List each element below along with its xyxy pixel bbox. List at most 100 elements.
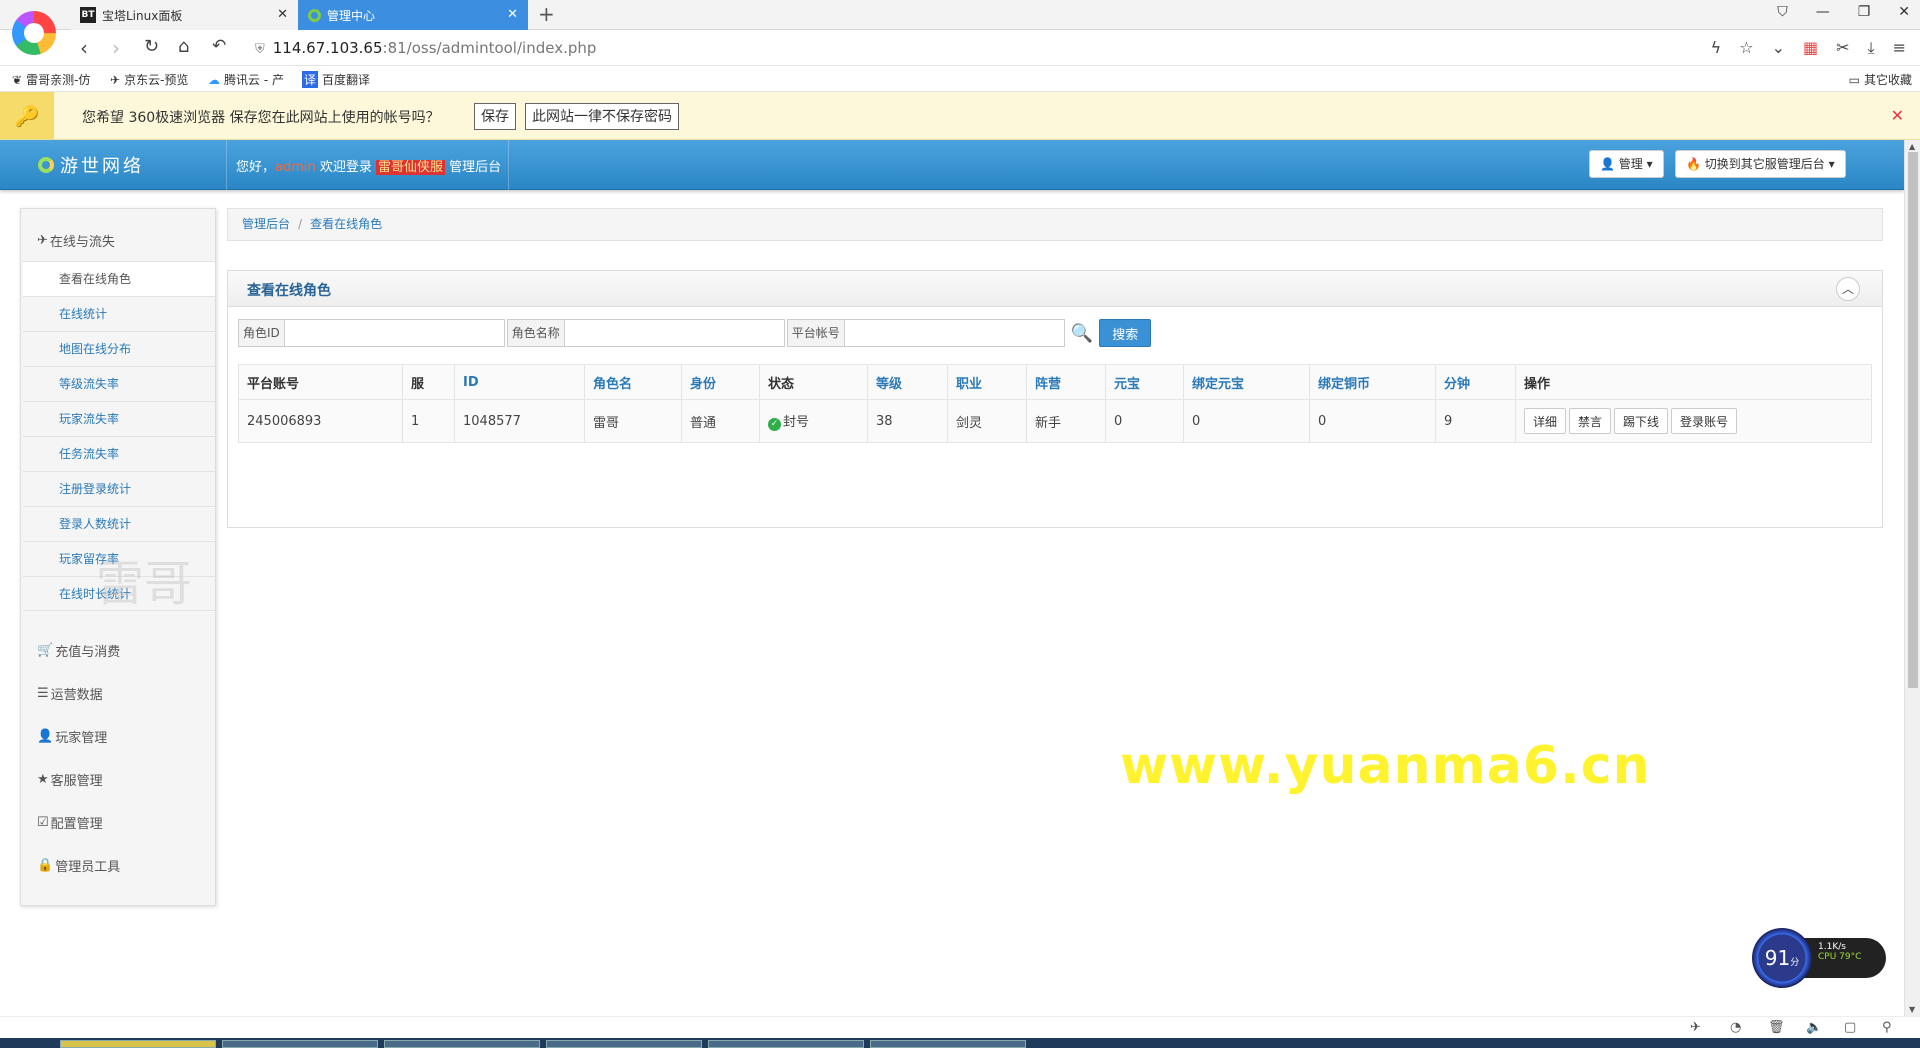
breadcrumb-root[interactable]: 管理后台: [242, 217, 290, 231]
bookmark-item[interactable]: ☁ 腾讯云 - 产: [208, 71, 284, 88]
bookmark-item[interactable]: ✈ 京东云-预览: [110, 71, 188, 88]
sidebar-item-online-roles[interactable]: 查看在线角色: [23, 261, 215, 296]
kick-button[interactable]: 踢下线: [1614, 408, 1669, 434]
column-header[interactable]: 绑定元宝: [1183, 364, 1310, 400]
page-scrollbar[interactable]: ▲ ▼: [1904, 140, 1920, 1016]
cell-camp: 新手: [1026, 399, 1106, 443]
save-password-button[interactable]: 保存: [474, 103, 516, 130]
login-account-button[interactable]: 登录账号: [1671, 408, 1738, 434]
column-header[interactable]: ID: [454, 364, 585, 400]
collapse-chevron-up-icon[interactable]: ︿: [1836, 277, 1860, 301]
menu-icon[interactable]: ≡: [1893, 38, 1906, 58]
server-name: 雷哥仙侠服: [376, 160, 446, 175]
sidebar-item-login-count[interactable]: 登录人数统计: [23, 506, 215, 541]
scroll-up-icon[interactable]: ▲: [1909, 142, 1915, 151]
restore-icon[interactable]: ❐: [1858, 4, 1871, 20]
sidebar-item-player-churn[interactable]: 玩家流失率: [23, 401, 215, 436]
sidebar-item-map-distribution[interactable]: 地图在线分布: [23, 331, 215, 366]
sidebar-item-task-churn[interactable]: 任务流失率: [23, 436, 215, 471]
sidebar-item-online-stats[interactable]: 在线统计: [23, 296, 215, 331]
platform-account-input[interactable]: [844, 319, 1065, 347]
scroll-down-icon[interactable]: ▼: [1909, 1005, 1915, 1014]
home-icon[interactable]: ⌂: [178, 36, 189, 57]
search-icon[interactable]: 🔍: [1071, 323, 1093, 344]
forward-icon[interactable]: ›: [112, 36, 120, 60]
volume-icon[interactable]: 🔈: [1806, 1020, 1822, 1035]
browser-tab-admin[interactable]: 管理中心 ✕: [298, 0, 528, 30]
detail-button[interactable]: 详细: [1524, 408, 1567, 434]
sidebar-group-admin[interactable]: 🔒 管理员工具: [37, 856, 120, 875]
baota-favicon-icon: BT: [80, 7, 96, 23]
speed-icon[interactable]: ◔: [1730, 1020, 1741, 1035]
new-tab-plus-icon[interactable]: +: [538, 2, 555, 26]
bookmark-item[interactable]: ❦ 雷哥亲测-仿: [12, 71, 90, 88]
trash-icon[interactable]: 🗑: [1768, 1020, 1785, 1035]
lightning-icon[interactable]: ϟ: [1711, 38, 1722, 58]
close-window-icon[interactable]: ✕: [1898, 4, 1910, 20]
search-button[interactable]: 搜索: [1099, 319, 1152, 347]
reload-icon[interactable]: ↻: [144, 36, 159, 57]
brand-logo[interactable]: 游世网络: [38, 152, 144, 178]
sidebar-group-service[interactable]: ★ 客服管理: [37, 770, 103, 789]
taskbar-item[interactable]: [708, 1040, 864, 1048]
accelerate-icon[interactable]: ✈: [1690, 1020, 1701, 1035]
tab-title: 管理中心: [327, 8, 376, 23]
download-icon[interactable]: ⤓: [1868, 38, 1875, 58]
minimize-icon[interactable]: —: [1816, 4, 1830, 20]
system-monitor-widget[interactable]: 1.1K/s CPU 79°C 91分: [1752, 928, 1892, 990]
chevron-down-icon[interactable]: ⌄: [1772, 38, 1785, 58]
column-header[interactable]: 绑定铜币: [1309, 364, 1436, 400]
taskbar-item[interactable]: [870, 1040, 1026, 1048]
fire-icon: 🔥: [1686, 157, 1701, 171]
sidebar-group-recharge[interactable]: 🛒 充值与消费: [37, 641, 120, 660]
tab-close-icon[interactable]: ✕: [277, 7, 288, 22]
taskbar-item[interactable]: [60, 1040, 216, 1048]
column-header[interactable]: 角色名: [584, 364, 682, 400]
back-icon[interactable]: ‹: [80, 36, 88, 60]
role-id-input[interactable]: [284, 319, 505, 347]
apps-grid-icon[interactable]: ▦: [1803, 38, 1818, 58]
manage-dropdown[interactable]: 👤 管理 ▾: [1589, 150, 1664, 178]
url-field[interactable]: ⛨ 114.67.103.65:81/oss/admintool/index.ph…: [255, 39, 596, 57]
sidebar-group-config[interactable]: ☑ 配置管理: [37, 813, 103, 832]
bookmark-label: 百度翻译: [322, 73, 371, 87]
sidebar-group-players[interactable]: 👤 玩家管理: [37, 727, 107, 746]
taskbar-item[interactable]: [222, 1040, 378, 1048]
bookmark-item[interactable]: 译百度翻译: [302, 71, 370, 88]
cell-status[interactable]: ✓ 封号: [759, 399, 868, 443]
online-roles-panel: 查看在线角色 ︿ 角色ID 角色名称 平台帐号 🔍 搜索 平台账号 服 ID 角…: [227, 270, 1883, 528]
sidebar-group-online[interactable]: ✈ 在线与流失: [37, 231, 115, 250]
scissors-icon[interactable]: ✂: [1836, 38, 1849, 58]
sidebar-group-label: 客服管理: [50, 774, 103, 789]
browser-logo-icon[interactable]: [12, 11, 56, 55]
window-icon[interactable]: ▢: [1844, 1020, 1856, 1035]
sidebar-group-label: 运营数据: [50, 688, 103, 703]
column-header[interactable]: 阵营: [1026, 364, 1106, 400]
column-header[interactable]: 等级: [867, 364, 948, 400]
sidebar-group-ops[interactable]: ☰ 运营数据: [37, 684, 103, 703]
taskbar-item[interactable]: [546, 1040, 702, 1048]
mute-button[interactable]: 禁言: [1569, 408, 1612, 434]
scroll-thumb[interactable]: [1908, 152, 1918, 688]
tab-close-icon[interactable]: ✕: [507, 7, 518, 22]
zoom-icon[interactable]: ⚲: [1882, 1020, 1892, 1035]
column-header[interactable]: 元宝: [1105, 364, 1184, 400]
undo-icon[interactable]: ↶: [212, 36, 226, 56]
cell-server: 1: [402, 399, 455, 443]
header-divider: [226, 140, 227, 190]
sidebar-item-register-login[interactable]: 注册登录统计: [23, 471, 215, 506]
bookmark-other-folder[interactable]: ▭ 其它收藏: [1849, 71, 1912, 88]
switch-server-dropdown[interactable]: 🔥 切换到其它服管理后台 ▾: [1675, 150, 1846, 178]
sidebar-item-level-churn[interactable]: 等级流失率: [23, 366, 215, 401]
never-save-button[interactable]: 此网站一律不保存密码: [525, 103, 679, 130]
column-header[interactable]: 分钟: [1435, 364, 1516, 400]
column-header[interactable]: 职业: [947, 364, 1027, 400]
column-header[interactable]: 身份: [681, 364, 760, 400]
browser-tab-baota[interactable]: BT 宝塔Linux面板 ✕: [70, 0, 298, 30]
shirt-skin-icon[interactable]: ⛉: [1777, 4, 1788, 20]
taskbar-item[interactable]: [384, 1040, 540, 1048]
close-icon[interactable]: ✕: [1891, 106, 1904, 125]
breadcrumb-current[interactable]: 查看在线角色: [310, 217, 382, 231]
star-icon[interactable]: ☆: [1739, 38, 1753, 58]
role-name-input[interactable]: [564, 319, 785, 347]
